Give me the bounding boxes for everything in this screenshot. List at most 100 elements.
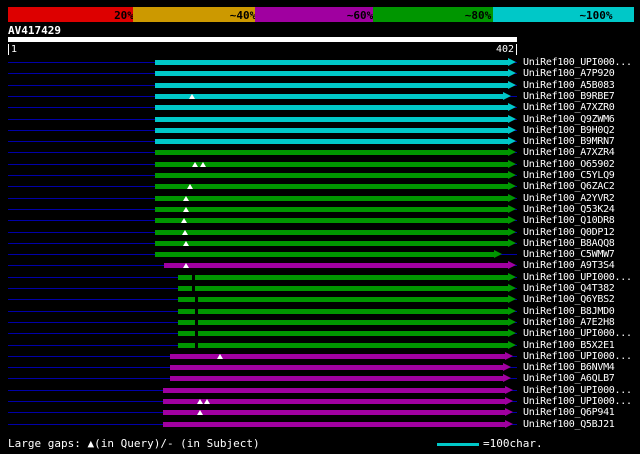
hit-id-label[interactable]: UniRef100_Q6YBS2 <box>523 294 615 305</box>
alignment-row: UniRef100_B8JMD0 <box>0 306 640 317</box>
alignment-arrowhead-icon <box>508 239 516 247</box>
alignment-arrowhead-icon <box>508 261 516 269</box>
ruler-end-label: 402 <box>495 44 514 55</box>
alignment-bar[interactable] <box>163 399 505 404</box>
alignment-bar[interactable] <box>155 60 508 65</box>
alignment-bar[interactable] <box>178 275 508 280</box>
alignment-bar[interactable] <box>155 105 508 110</box>
alignment-row: UniRef100_Q6YBS2 <box>0 294 640 305</box>
hit-id-label[interactable]: UniRef100_C5WMW7 <box>523 249 615 260</box>
alignment-bar[interactable] <box>155 71 508 76</box>
hit-id-label[interactable]: UniRef100_UPI000... <box>523 272 632 283</box>
hit-id-label[interactable]: UniRef100_B6NVM4 <box>523 362 615 373</box>
hit-id-label[interactable]: UniRef100_B9MRN7 <box>523 136 615 147</box>
alignment-row: UniRef100_Q0DP12 <box>0 227 640 238</box>
scale-segment-label: ~40% <box>229 9 257 22</box>
hit-id-label[interactable]: UniRef100_Q5BJ21 <box>523 419 615 430</box>
alignment-row: UniRef100_A7XZR4 <box>0 147 640 158</box>
hit-id-label[interactable]: UniRef100_UPI000... <box>523 351 632 362</box>
alignment-row: UniRef100_B9H0Q2 <box>0 125 640 136</box>
hit-id-label[interactable]: UniRef100_A7XZR4 <box>523 147 615 158</box>
alignment-bar[interactable] <box>155 117 508 122</box>
hit-id-label[interactable]: UniRef100_Q0DP12 <box>523 227 615 238</box>
hit-id-label[interactable]: UniRef100_B9H0Q2 <box>523 125 615 136</box>
alignment-arrowhead-icon <box>508 148 516 156</box>
alignment-arrowhead-icon <box>508 137 516 145</box>
alignment-bar[interactable] <box>155 94 503 99</box>
hit-id-label[interactable]: UniRef100_Q4T382 <box>523 283 615 294</box>
hit-id-label[interactable]: UniRef100_B9RBE7 <box>523 91 615 102</box>
alignment-arrowhead-icon <box>508 329 516 337</box>
alignment-bar[interactable] <box>163 410 505 415</box>
alignment-bar[interactable] <box>155 230 508 235</box>
hit-id-label[interactable]: UniRef100_Q6ZAC2 <box>523 181 615 192</box>
alignment-bar[interactable] <box>155 196 508 201</box>
hit-id-label[interactable]: UniRef100_UPI000... <box>523 328 632 339</box>
alignment-bar[interactable] <box>155 218 508 223</box>
alignment-row: UniRef100_UPI000... <box>0 385 640 396</box>
hit-id-label[interactable]: UniRef100_Q10DR8 <box>523 215 615 226</box>
alignment-arrowhead-icon <box>508 228 516 236</box>
hit-id-label[interactable]: UniRef100_B8AQQ8 <box>523 238 615 249</box>
hit-id-label[interactable]: UniRef100_UPI000... <box>523 396 632 407</box>
alignment-arrowhead-icon <box>508 58 516 66</box>
alignment-bar[interactable] <box>178 343 508 348</box>
hit-id-label[interactable]: UniRef100_A7E2H8 <box>523 317 615 328</box>
alignment-arrowhead-icon <box>508 307 516 315</box>
alignment-arrowhead-icon <box>508 341 516 349</box>
hit-id-label[interactable]: UniRef100_Q9ZWM6 <box>523 114 615 125</box>
hit-id-label[interactable]: UniRef100_B8JMD0 <box>523 306 615 317</box>
query-gap-marker-icon <box>183 241 189 246</box>
query-bar <box>8 37 517 42</box>
alignment-bar[interactable] <box>155 173 508 178</box>
hit-id-label[interactable]: UniRef100_C5YLQ9 <box>523 170 615 181</box>
hit-id-label[interactable]: UniRef100_A9T3S4 <box>523 260 615 271</box>
alignment-bar[interactable] <box>155 252 494 257</box>
hit-id-label[interactable]: UniRef100_A2YVR2 <box>523 193 615 204</box>
alignment-bar[interactable] <box>178 286 508 291</box>
alignment-bar[interactable] <box>163 388 505 393</box>
query-gap-marker-icon <box>187 184 193 189</box>
hit-id-label[interactable]: UniRef100_Q53K24 <box>523 204 615 215</box>
alignment-bar[interactable] <box>163 422 505 427</box>
alignment-bar[interactable] <box>155 241 508 246</box>
alignment-bar[interactable] <box>164 263 508 268</box>
scale-segment-label: 20% <box>114 9 134 22</box>
alignment-row: UniRef100_Q6P941 <box>0 407 640 418</box>
alignment-arrowhead-icon <box>505 386 513 394</box>
alignment-bar[interactable] <box>178 331 508 336</box>
alignment-bar[interactable] <box>178 309 508 314</box>
hit-id-label[interactable]: UniRef100_B5X2E1 <box>523 340 615 351</box>
hit-id-label[interactable]: UniRef100_A7P920 <box>523 68 615 79</box>
hit-id-label[interactable]: UniRef100_Q6P941 <box>523 407 615 418</box>
alignment-bar[interactable] <box>170 376 503 381</box>
alignment-bar[interactable] <box>155 162 508 167</box>
alignment-row: UniRef100_UPI000... <box>0 328 640 339</box>
alignment-bar[interactable] <box>155 128 508 133</box>
alignment-bar[interactable] <box>155 139 508 144</box>
scale-segment <box>493 7 634 22</box>
alignment-bar[interactable] <box>155 83 508 88</box>
alignment-row: UniRef100_Q9ZWM6 <box>0 114 640 125</box>
alignment-arrowhead-icon <box>508 194 516 202</box>
hit-id-label[interactable]: UniRef100_A7XZR0 <box>523 102 615 113</box>
subject-gap-marker-icon <box>195 320 198 325</box>
alignment-bar[interactable] <box>178 320 508 325</box>
ruler-left-tick <box>8 44 9 55</box>
hit-id-label[interactable]: UniRef100_UPI000... <box>523 385 632 396</box>
alignment-bar[interactable] <box>155 150 508 155</box>
hit-id-label[interactable]: UniRef100_A5B083 <box>523 80 615 91</box>
alignment-arrowhead-icon <box>508 69 516 77</box>
alignment-arrowhead-icon <box>508 216 516 224</box>
scale-legend-line-icon <box>437 443 479 446</box>
alignment-bar[interactable] <box>155 207 508 212</box>
alignment-bar[interactable] <box>170 365 503 370</box>
hit-id-label[interactable]: UniRef100_A6QLB7 <box>523 373 615 384</box>
query-gap-marker-icon <box>197 399 203 404</box>
hit-id-label[interactable]: UniRef100_O65902 <box>523 159 615 170</box>
hit-id-label[interactable]: UniRef100_UPI000... <box>523 57 632 68</box>
alignment-bar[interactable] <box>178 297 508 302</box>
query-gap-marker-icon <box>204 399 210 404</box>
alignment-bar[interactable] <box>155 184 508 189</box>
query-gap-marker-icon <box>183 263 189 268</box>
